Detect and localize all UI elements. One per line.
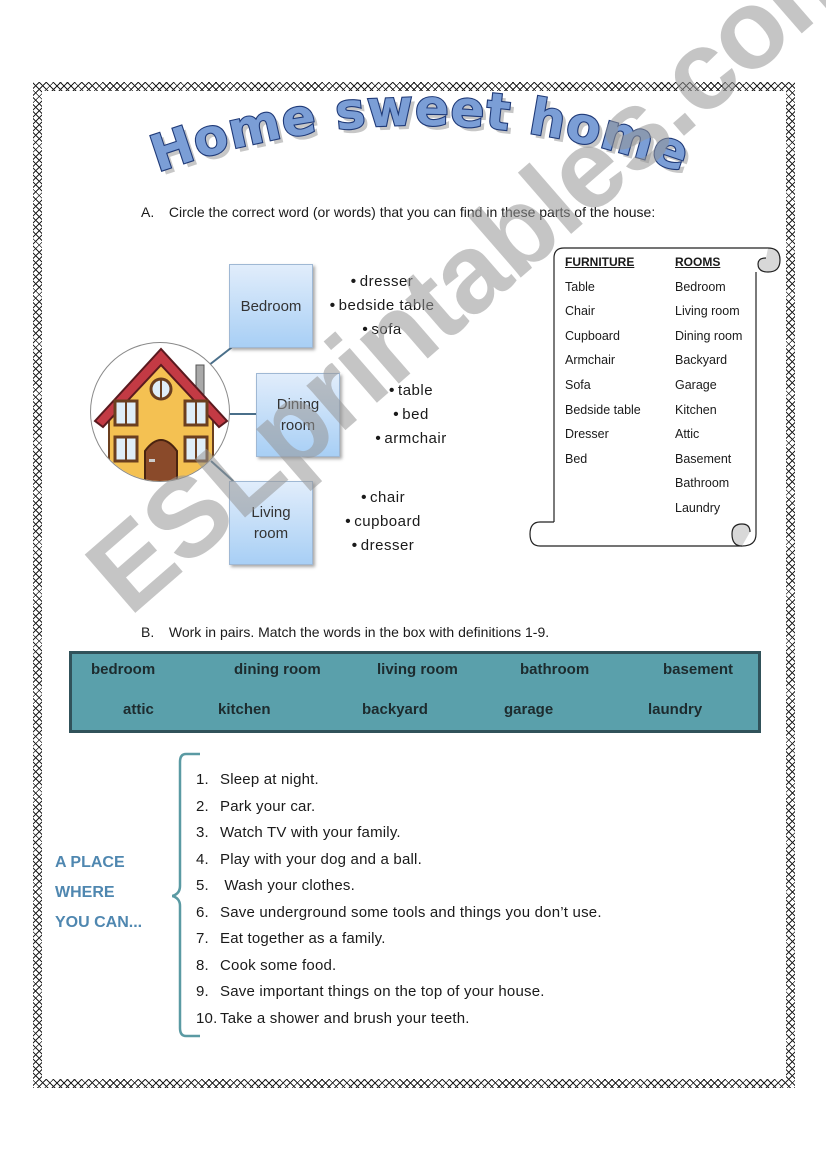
option-word[interactable]: armchair	[366, 427, 456, 451]
word-box-word: living room	[377, 661, 458, 678]
room-item: Laundry	[675, 500, 721, 515]
option-word[interactable]: bed	[366, 403, 456, 427]
word-box-word: basement	[663, 661, 734, 678]
room-box-living-room: Living room	[229, 481, 313, 565]
instruction-b: B. Work in pairs. Match the words in the…	[141, 624, 549, 640]
option-word[interactable]: sofa	[326, 318, 438, 342]
furniture-column: FURNITURE Table Chair Cupboard Armchair …	[565, 250, 641, 471]
room-box-bedroom-line1: Bedroom	[240, 297, 302, 315]
definition-item: 4. Play with your dog and a ball.	[196, 850, 422, 868]
rooms-column: ROOMS Bedroom Living room Dining room Ba…	[675, 250, 742, 521]
option-word[interactable]: chair	[338, 486, 428, 510]
room-item: Garage	[675, 377, 717, 392]
furniture-item: Bed	[565, 451, 588, 466]
vocabulary-scroll: FURNITURE Table Chair Cupboard Armchair …	[528, 244, 783, 549]
word-box-word: garage	[504, 701, 554, 718]
worksheet-title: Home sweet home Home sweet home	[140, 78, 700, 188]
definition-item: 5. Wash your clothes.	[196, 877, 355, 894]
furniture-item: Armchair	[565, 353, 616, 368]
instruction-a: A. Circle the correct word (or words) th…	[141, 204, 655, 220]
instruction-a-text: Circle the correct word (or words) that …	[168, 204, 656, 220]
word-box-word: backyard	[362, 701, 428, 718]
room-item: Living room	[675, 304, 740, 319]
room-box-dining-line2: room	[280, 417, 316, 434]
word-box-word: bathroom	[520, 661, 590, 678]
place-label-line: A PLACE	[55, 854, 125, 871]
room-item: Bathroom	[675, 476, 730, 491]
room-item: Dining room	[675, 328, 743, 343]
room-item: Kitchen	[675, 402, 717, 417]
option-word[interactable]: cupboard	[338, 510, 428, 534]
definition-item: 2. Park your car.	[196, 797, 316, 815]
definition-item: 6. Save underground some tools and things…	[196, 903, 602, 921]
word-box-word: dining room	[234, 661, 321, 678]
definition-item: 8. Cook some food.	[196, 956, 337, 974]
definition-item: 10. Take a shower and brush your teeth.	[196, 1009, 470, 1027]
place-label-line: WHERE	[55, 884, 115, 901]
definition-item: 9. Save important things on the top of yo…	[196, 983, 545, 1000]
word-box-word: kitchen	[218, 701, 271, 718]
word-box-word: bedroom	[91, 661, 156, 678]
option-word[interactable]: dresser	[338, 534, 428, 558]
rooms-header: ROOMS	[675, 255, 721, 269]
furniture-item: Bedside table	[565, 402, 641, 417]
room-box-bedroom: Bedroom	[229, 264, 313, 348]
living-room-options: chair cupboard dresser	[338, 486, 428, 558]
furniture-item: Dresser	[565, 427, 609, 442]
room-item: Attic	[675, 427, 700, 442]
word-box: bedroom dining room living room bathroom…	[69, 651, 761, 733]
room-box-dining-room: Dining room	[256, 373, 340, 457]
option-word[interactable]: bedside table	[326, 294, 438, 318]
room-box-living-line2: room	[253, 525, 289, 542]
option-word[interactable]: dresser	[326, 270, 438, 294]
furniture-header: FURNITURE	[565, 255, 635, 269]
furniture-item: Cupboard	[565, 328, 620, 343]
instruction-a-label: A.	[141, 204, 155, 220]
furniture-item: Sofa	[565, 377, 591, 392]
definitions-list: 1. Sleep at night. 2. Park your car. 3. Wat…	[196, 767, 602, 1032]
place-label: A PLACE WHERE YOU CAN...	[55, 848, 142, 938]
dining-room-options: table bed armchair	[366, 379, 456, 451]
instruction-b-text: Work in pairs. Match the words in the bo…	[168, 624, 550, 640]
house-icon	[93, 347, 229, 481]
room-item: Bedroom	[675, 279, 726, 294]
bedroom-options: dresser bedside table sofa	[326, 270, 438, 342]
definition-item: 1. Sleep at night.	[196, 771, 319, 788]
place-label-line: YOU CAN...	[55, 914, 143, 931]
room-box-dining-line1: Dining	[276, 396, 320, 413]
option-word[interactable]: table	[366, 379, 456, 403]
room-item: Backyard	[675, 353, 728, 368]
room-box-living-line1: Living	[251, 504, 291, 521]
furniture-item: Table	[565, 279, 595, 294]
house-illustration	[90, 342, 230, 482]
connector-dining	[228, 413, 256, 415]
definition-item: 7. Eat together as a family.	[196, 930, 386, 947]
instruction-b-label: B.	[141, 624, 155, 640]
word-box-word: attic	[123, 701, 154, 718]
furniture-item: Chair	[565, 304, 595, 319]
room-item: Basement	[675, 451, 732, 466]
word-box-word: laundry	[648, 701, 703, 718]
definition-item: 3. Watch TV with your family.	[196, 824, 401, 841]
